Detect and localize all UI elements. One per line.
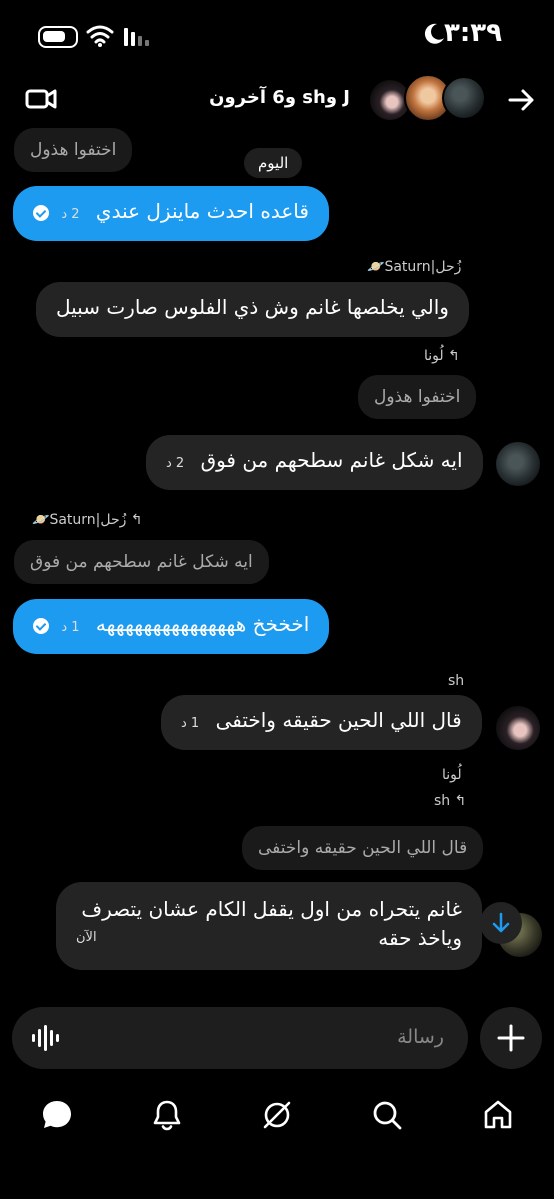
sender-name: sh bbox=[448, 673, 465, 689]
reply-arrow-icon: ↰ bbox=[443, 348, 460, 364]
avatar[interactable] bbox=[496, 706, 540, 750]
status-time: ٣:٣٩ bbox=[443, 18, 502, 48]
read-check-icon bbox=[33, 204, 49, 221]
reply-arrow-icon: ↰ bbox=[450, 793, 467, 809]
search-icon[interactable] bbox=[370, 1098, 404, 1132]
message-bubble[interactable]: قاعده احدث ماينزل عندي 2 د bbox=[13, 186, 329, 241]
arrow-right-icon[interactable] bbox=[506, 84, 538, 116]
reply-arrow-icon: ↰ bbox=[126, 512, 143, 528]
reply-to-name: لُونا bbox=[424, 348, 444, 364]
battery-icon bbox=[38, 26, 78, 48]
chat-title[interactable]: J وsh و6 آخرون bbox=[209, 87, 350, 108]
reply-label: ↰ sh bbox=[434, 793, 466, 809]
signal-icon bbox=[124, 28, 149, 46]
reply-to-name: sh bbox=[434, 793, 451, 809]
scroll-down-button[interactable] bbox=[480, 902, 522, 944]
plus-icon bbox=[497, 1024, 525, 1052]
message-text: قاعده احدث ماينزل عندي bbox=[95, 199, 309, 223]
message-bubble[interactable]: ايه شكل غانم سطحهم من فوق 2 د bbox=[146, 435, 483, 490]
message-bubble[interactable]: اخخخخ هههههههههههههههه 1 د bbox=[13, 599, 330, 654]
sender-name: لُونا bbox=[442, 767, 462, 783]
quote-text: اختفوا هذول bbox=[374, 387, 461, 407]
day-divider: اليوم bbox=[244, 148, 303, 178]
add-attachment-button[interactable] bbox=[480, 1007, 542, 1069]
message-text: قال اللي الحين حقيقه واختفى bbox=[215, 708, 462, 732]
quote-text: اختفوا هذول bbox=[30, 140, 117, 160]
moon-icon bbox=[424, 23, 444, 44]
sender-name: زُحل|Saturn🪐 bbox=[367, 259, 462, 275]
message-time: 2 د bbox=[166, 456, 185, 471]
group-avatars[interactable] bbox=[368, 74, 486, 124]
reply-quote: اختفوا هذول bbox=[14, 128, 133, 172]
message-text: والي يخلصها غانم وش ذي الفلوس صارت سبيل bbox=[56, 295, 449, 319]
chat-icon[interactable] bbox=[40, 1098, 74, 1132]
video-camera-icon[interactable] bbox=[24, 82, 58, 116]
wifi-icon bbox=[86, 25, 114, 47]
reply-to-name: زُحل|Saturn🪐 bbox=[32, 512, 127, 528]
quote-text: قال اللي الحين حقيقه واختفى bbox=[258, 838, 468, 858]
reply-quote: قال اللي الحين حقيقه واختفى bbox=[242, 826, 484, 870]
message-input-placeholder: رسالة bbox=[397, 1026, 444, 1048]
avatar bbox=[442, 76, 486, 120]
message-time: 2 د bbox=[61, 207, 80, 222]
message-text: غانم يتحراه من اول يقفل الكام عشان يتصرف bbox=[81, 897, 462, 921]
message-bubble[interactable]: غانم يتحراه من اول يقفل الكام عشان يتصرف… bbox=[56, 882, 482, 970]
message-time: 1 د bbox=[61, 620, 80, 635]
waveform-icon[interactable] bbox=[30, 1023, 60, 1053]
avatar[interactable] bbox=[496, 442, 540, 486]
reply-quote: اختفوا هذول bbox=[358, 375, 477, 419]
message-text: ايه شكل غانم سطحهم من فوق bbox=[200, 448, 463, 472]
message-input[interactable]: رسالة bbox=[12, 1007, 468, 1069]
reply-label: ↰ لُونا bbox=[424, 348, 460, 364]
quote-text: ايه شكل غانم سطحهم من فوق bbox=[30, 552, 253, 572]
message-text: وياخذ حقه bbox=[378, 926, 462, 950]
message-text: اخخخخ هههههههههههههههه bbox=[95, 612, 310, 636]
reply-quote: ايه شكل غانم سطحهم من فوق bbox=[14, 540, 269, 584]
message-bubble[interactable]: والي يخلصها غانم وش ذي الفلوس صارت سبيل bbox=[36, 282, 469, 337]
read-check-icon bbox=[33, 617, 49, 634]
compass-icon[interactable] bbox=[260, 1098, 294, 1132]
reply-label: ↰ زُحل|Saturn🪐 bbox=[32, 512, 143, 528]
message-time: الآن bbox=[76, 930, 97, 945]
message-bubble[interactable]: قال اللي الحين حقيقه واختفى 1 د bbox=[161, 695, 482, 750]
message-time: 1 د bbox=[181, 716, 200, 731]
bell-icon[interactable] bbox=[150, 1098, 184, 1132]
arrow-down-icon bbox=[492, 912, 510, 933]
home-icon[interactable] bbox=[481, 1098, 515, 1132]
